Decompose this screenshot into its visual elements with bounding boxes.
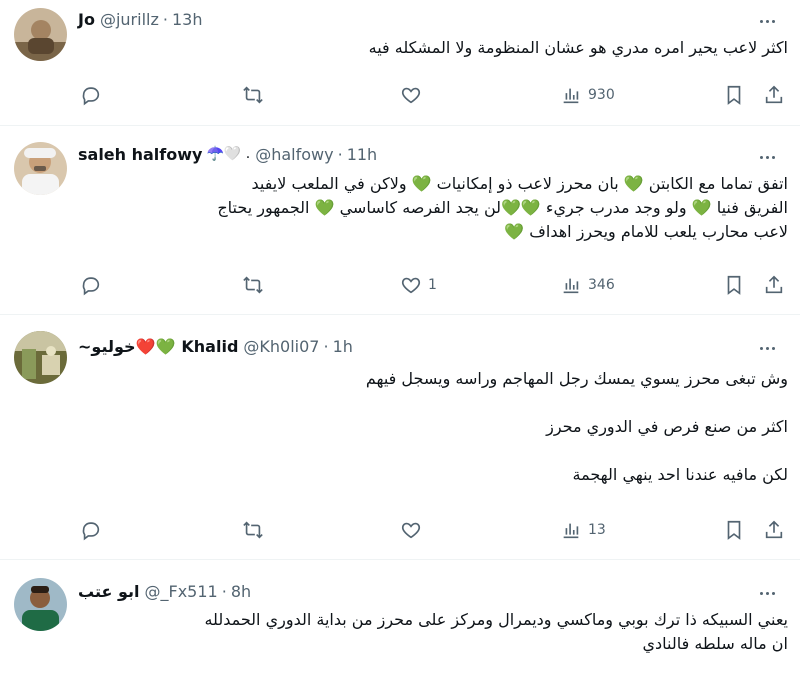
retweet-button[interactable] — [242, 513, 264, 547]
views-count: 13 — [588, 522, 606, 538]
more-options-icon[interactable] — [756, 337, 778, 359]
views-icon — [563, 278, 579, 294]
action-bar: 1 346 — [78, 268, 790, 302]
display-name[interactable]: Jo — [78, 10, 95, 29]
heart-icon — [401, 87, 421, 104]
more-options-icon[interactable] — [756, 146, 778, 168]
user-handle[interactable]: @jurillz — [100, 10, 159, 29]
timestamp[interactable]: 13h — [172, 10, 203, 29]
display-name-prefix[interactable]: ~خوليو❤️💚 — [78, 337, 175, 356]
tweet-header: Jo @jurillz · 13h — [78, 7, 748, 31]
display-name[interactable]: Khalid — [181, 337, 238, 356]
tweet-text: اكثر لاعب يحير امره مدري هو عشان المنظوم… — [78, 36, 788, 60]
views-icon — [563, 523, 579, 539]
like-button[interactable] — [400, 513, 422, 547]
avatar[interactable] — [14, 8, 67, 61]
tweet-paragraph: وش تبغى محرز يسوي يمسك رجل المهاجم وراسه… — [365, 369, 788, 388]
avatar[interactable] — [14, 142, 67, 195]
bookmark-icon — [727, 275, 741, 295]
tweet-text-line: اكثر لاعب يحير امره مدري هو عشان المنظوم… — [368, 38, 788, 57]
reply-button[interactable] — [80, 268, 102, 302]
bookmark-button[interactable] — [723, 78, 745, 112]
reply-icon — [82, 87, 100, 106]
tweet-text-line: لاعب محارب يلعب للامام ويحرز اهداف 💚 — [504, 222, 788, 241]
tweet-header: saleh halfowy ☂️🤍 . @halfowy · 11h — [78, 142, 748, 166]
user-handle[interactable]: @Kh0li07 — [243, 337, 319, 356]
views-icon — [563, 88, 579, 104]
timestamp[interactable]: 8h — [231, 582, 251, 601]
retweet-button[interactable] — [242, 268, 264, 302]
separator-dot: · — [221, 581, 227, 601]
tweet-text-line: ان ماله سلطه فالنادي — [642, 634, 788, 653]
bookmark-button[interactable] — [723, 268, 745, 302]
bookmark-button[interactable] — [723, 513, 745, 547]
views-count: 930 — [588, 87, 615, 103]
user-handle[interactable]: @halfowy — [255, 145, 333, 164]
share-button[interactable] — [763, 513, 785, 547]
tweet-text: اتفق تماما مع الكابتن 💚 بان محرز لاعب ذو… — [78, 172, 788, 244]
reply-icon — [82, 522, 100, 541]
share-button[interactable] — [763, 268, 785, 302]
avatar[interactable] — [14, 331, 67, 384]
separator-dot: · — [162, 9, 168, 29]
views-count: 346 — [588, 277, 615, 293]
tweet-text-line: الفريق فنيا 💚 ولو وجد مدرب جريء 💚💚لن يجد… — [217, 198, 788, 217]
timestamp[interactable]: 11h — [347, 145, 378, 164]
tweet-header: ~خوليو❤️💚 Khalid @Kh0li07 · 1h — [78, 334, 748, 358]
separator-dot: · — [323, 336, 329, 356]
tweet[interactable]: ابو عتب @_Fx511 · 8h يعني السبيكه ذا ترك… — [0, 560, 800, 673]
like-button[interactable]: 1 — [400, 268, 437, 302]
reply-icon — [82, 277, 100, 296]
tweet-text-line: يعني السبيكه ذا ترك بوبي وماكسي وديمرال … — [204, 610, 788, 629]
tweet-text: وش تبغى محرز يسوي يمسك رجل المهاجم وراسه… — [78, 367, 788, 487]
views-button[interactable]: 930 — [560, 78, 615, 112]
share-icon — [765, 85, 783, 104]
reply-button[interactable] — [80, 513, 102, 547]
like-button[interactable] — [400, 78, 422, 112]
bookmark-icon — [727, 520, 741, 540]
tweet-header: ابو عتب @_Fx511 · 8h — [78, 579, 748, 603]
retweet-button[interactable] — [242, 78, 264, 112]
views-button[interactable]: 13 — [560, 513, 606, 547]
user-handle[interactable]: @_Fx511 — [145, 582, 218, 601]
tweet-paragraph: اكثر من صنع فرص في الدوري محرز — [546, 417, 788, 436]
tweet[interactable]: ~خوليو❤️💚 Khalid @Kh0li07 · 1h وش تبغى م… — [0, 315, 800, 560]
display-name[interactable]: saleh halfowy — [78, 145, 202, 164]
separator-dot: · — [337, 144, 343, 164]
heart-icon — [401, 522, 421, 539]
timestamp[interactable]: 1h — [333, 337, 353, 356]
avatar[interactable] — [14, 578, 67, 631]
share-icon — [765, 520, 783, 539]
tweet[interactable]: saleh halfowy ☂️🤍 . @halfowy · 11h اتفق … — [0, 126, 800, 315]
display-name[interactable]: ابو عتب — [78, 582, 140, 601]
action-bar: 13 — [78, 513, 790, 547]
more-options-icon[interactable] — [756, 582, 778, 604]
bookmark-icon — [727, 85, 741, 105]
share-button[interactable] — [763, 78, 785, 112]
reply-button[interactable] — [80, 78, 102, 112]
retweet-icon — [243, 86, 263, 104]
tweet-text-line: اتفق تماما مع الكابتن 💚 بان محرز لاعب ذو… — [251, 174, 788, 193]
retweet-icon — [243, 521, 263, 539]
more-options-icon[interactable] — [756, 10, 778, 32]
heart-icon — [401, 277, 421, 294]
action-bar: 930 — [78, 78, 790, 112]
views-button[interactable]: 346 — [560, 268, 615, 302]
likes-count: 1 — [428, 277, 437, 293]
retweet-icon — [243, 276, 263, 294]
tweet[interactable]: Jo @jurillz · 13h اكثر لاعب يحير امره مد… — [0, 0, 800, 126]
share-icon — [765, 275, 783, 294]
name-emoji: ☂️🤍 . — [206, 146, 251, 162]
tweet-text: يعني السبيكه ذا ترك بوبي وماكسي وديمرال … — [78, 608, 788, 656]
tweet-paragraph: لكن مافيه عندنا احد ينهي الهجمة — [572, 465, 789, 484]
